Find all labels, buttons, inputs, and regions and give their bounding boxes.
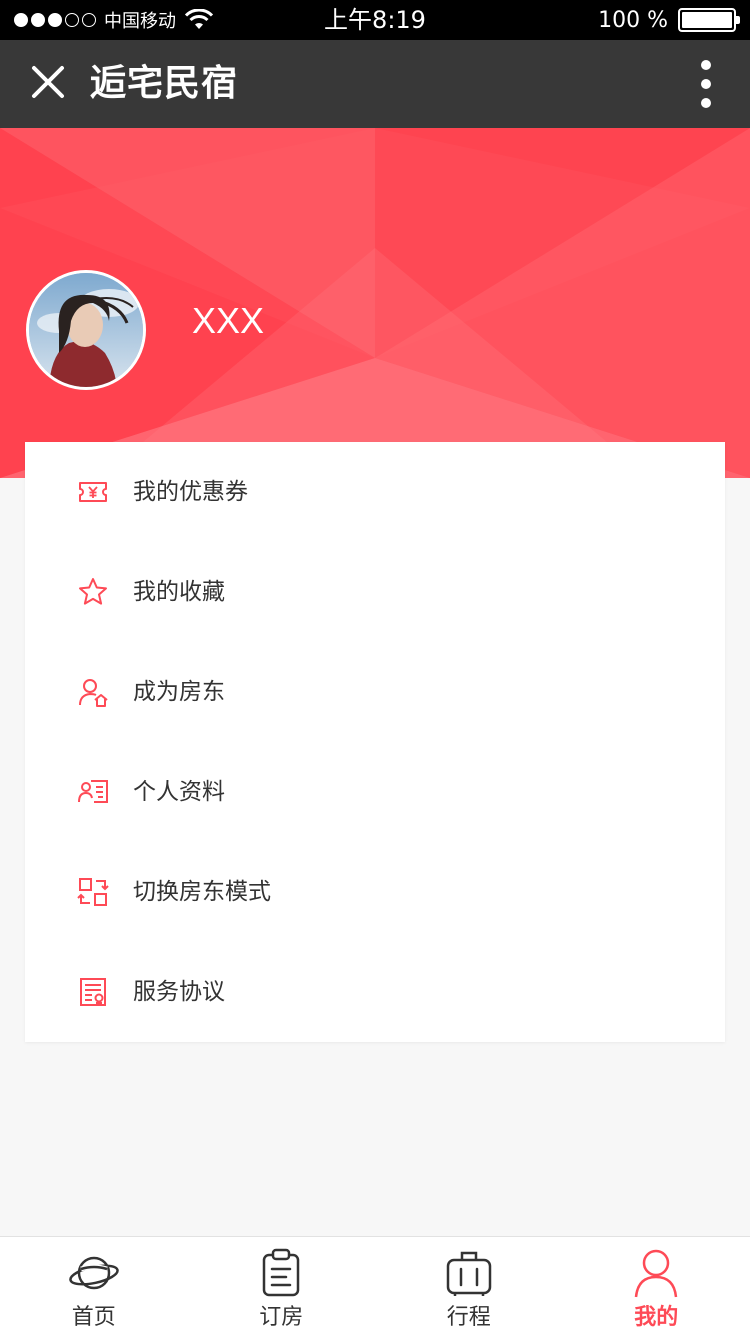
become-host-icon (79, 679, 108, 707)
profile-header: XXX (0, 128, 750, 478)
user-icon (635, 1249, 678, 1298)
more-vertical-icon[interactable] (688, 58, 724, 110)
menu-label: 服务协议 (133, 979, 225, 1005)
tab-booking[interactable]: 订房 (188, 1237, 376, 1334)
tab-label: 我的 (634, 1305, 679, 1330)
profile-card-icon (78, 780, 108, 803)
tab-trips[interactable]: 行程 (375, 1237, 563, 1334)
close-icon[interactable] (26, 60, 70, 104)
agreement-icon (80, 978, 106, 1006)
page-title: 逅宅民宿 (90, 63, 239, 104)
planet-icon (68, 1256, 119, 1290)
menu-item-profile[interactable]: 个人资料 (25, 742, 725, 842)
menu-label: 切换房东模式 (133, 879, 271, 905)
menu-label: 个人资料 (133, 779, 225, 805)
battery-icon (678, 8, 740, 32)
username: XXX (192, 300, 265, 341)
menu-label: 我的优惠券 (133, 479, 248, 505)
clipboard-icon (263, 1248, 300, 1297)
tab-mine[interactable]: 我的 (563, 1237, 750, 1334)
status-right: 100 % (598, 0, 740, 40)
switch-mode-icon (77, 878, 109, 906)
coupon-icon (79, 482, 107, 502)
tab-label: 行程 (446, 1305, 491, 1330)
tab-home[interactable]: 首页 (0, 1237, 188, 1334)
menu-label: 成为房东 (133, 679, 225, 705)
avatar[interactable] (26, 270, 146, 390)
star-icon (79, 578, 107, 605)
battery-percentage: 100 % (598, 7, 668, 33)
tab-bar: 首页 订房 行程 我的 (0, 1236, 750, 1334)
tab-label: 首页 (71, 1305, 116, 1330)
menu-item-become-host[interactable]: 成为房东 (25, 642, 725, 742)
menu-list: 我的优惠券 我的收藏 成为房东 个人资料 切换房东模式 服务协议 (25, 442, 725, 1042)
menu-item-switch-host-mode[interactable]: 切换房东模式 (25, 842, 725, 942)
menu-item-coupons[interactable]: 我的优惠券 (25, 442, 725, 542)
tab-label: 订房 (259, 1305, 304, 1330)
status-bar: 中国移动 上午8:19 100 % (0, 0, 750, 40)
navigation-bar: 逅宅民宿 (0, 40, 750, 128)
menu-label: 我的收藏 (133, 579, 225, 605)
menu-item-favorites[interactable]: 我的收藏 (25, 542, 725, 642)
menu-item-service-agreement[interactable]: 服务协议 (25, 942, 725, 1042)
luggage-icon (446, 1251, 491, 1296)
